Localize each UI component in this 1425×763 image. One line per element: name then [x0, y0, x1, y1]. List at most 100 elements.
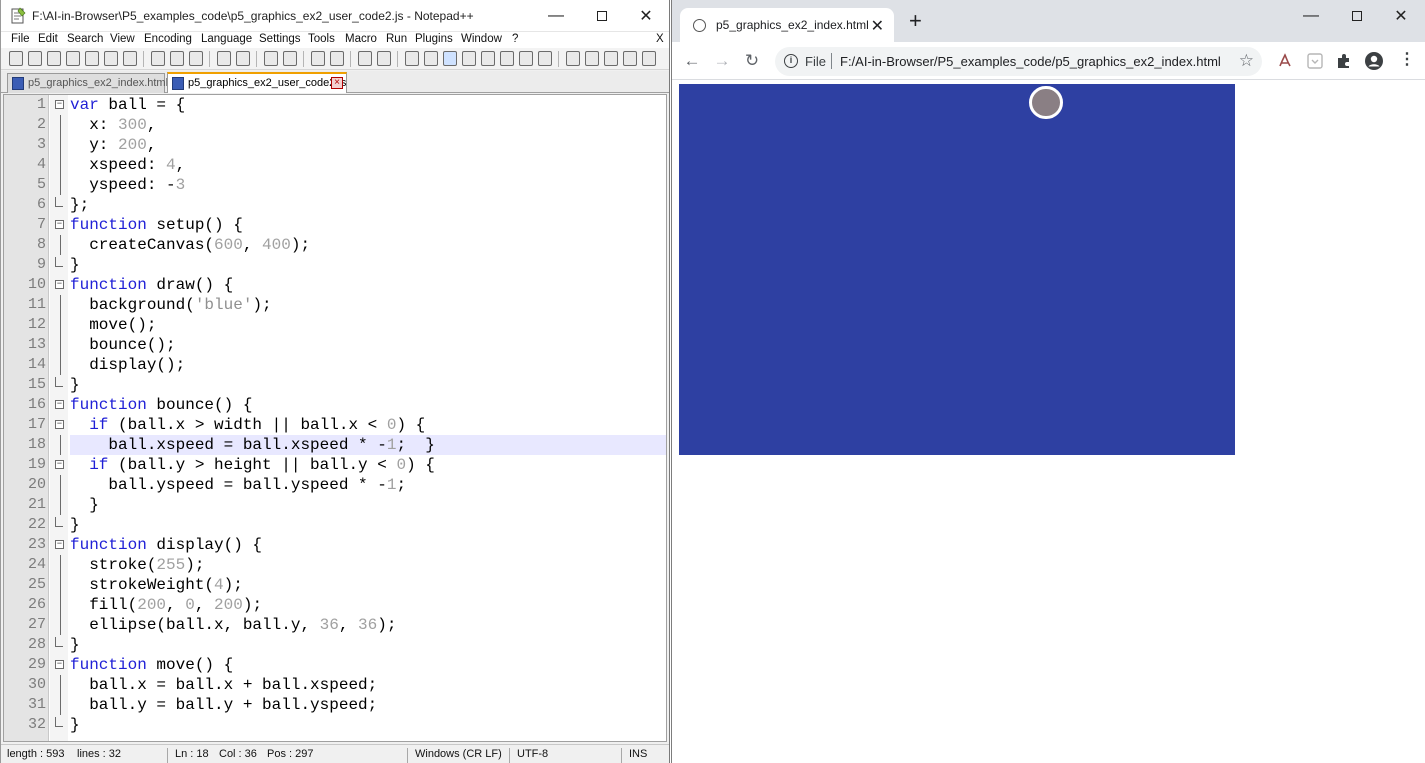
- code-line[interactable]: 14 display();: [4, 355, 666, 375]
- reader-extension-icon[interactable]: [1306, 52, 1324, 70]
- fold-toggle-icon[interactable]: −: [55, 100, 64, 109]
- info-icon[interactable]: i: [784, 54, 798, 68]
- zoom-in-icon[interactable]: [311, 51, 325, 66]
- code-line[interactable]: 17− if (ball.x > width || ball.x < 0) {: [4, 415, 666, 435]
- menu-kebab-icon[interactable]: ⋮: [1399, 51, 1415, 69]
- menu-view[interactable]: View: [110, 33, 135, 45]
- code-line[interactable]: 8 createCanvas(600, 400);: [4, 235, 666, 255]
- document-map-icon[interactable]: [481, 51, 495, 66]
- status-encoding[interactable]: UTF-8: [517, 748, 548, 760]
- code-line[interactable]: 15}: [4, 375, 666, 395]
- code-line[interactable]: 31 ball.y = ball.y + ball.yspeed;: [4, 695, 666, 715]
- code-line[interactable]: 13 bounce();: [4, 335, 666, 355]
- redo-icon[interactable]: [236, 51, 250, 66]
- code-line[interactable]: 30 ball.x = ball.x + ball.xspeed;: [4, 675, 666, 695]
- code-line[interactable]: 29− function move() {: [4, 655, 666, 675]
- fold-toggle-icon[interactable]: −: [55, 280, 64, 289]
- close-button[interactable]: ✕: [623, 0, 669, 32]
- close-button[interactable]: ✕: [1378, 0, 1424, 32]
- copy-icon[interactable]: [170, 51, 184, 66]
- menu-file[interactable]: File: [11, 33, 30, 45]
- code-line[interactable]: 9}: [4, 255, 666, 275]
- menu-encoding[interactable]: Encoding: [144, 33, 192, 45]
- run-macro-multiple-icon[interactable]: [623, 51, 637, 66]
- code-line[interactable]: 22}: [4, 515, 666, 535]
- code-line[interactable]: 24 stroke(255);: [4, 555, 666, 575]
- forward-arrow-icon[interactable]: →: [711, 50, 733, 72]
- close-all-icon[interactable]: [104, 51, 118, 66]
- p5-canvas[interactable]: [679, 84, 1235, 455]
- code-line[interactable]: 28}: [4, 635, 666, 655]
- menu-tools[interactable]: Tools: [308, 33, 335, 45]
- show-all-characters-icon[interactable]: [424, 51, 438, 66]
- print-icon[interactable]: [123, 51, 137, 66]
- browser-tab[interactable]: p5_graphics_ex2_index.html ✕: [680, 8, 894, 42]
- status-eol[interactable]: Windows (CR LF): [415, 748, 502, 760]
- code-line[interactable]: 3 y: 200,: [4, 135, 666, 155]
- code-line[interactable]: 7− function setup() {: [4, 215, 666, 235]
- fold-toggle-icon[interactable]: −: [55, 400, 64, 409]
- fold-toggle-icon[interactable]: −: [55, 220, 64, 229]
- maximize-button[interactable]: [1334, 0, 1380, 32]
- cut-icon[interactable]: [151, 51, 165, 66]
- code-line[interactable]: 27 ellipse(ball.x, ball.y, 36, 36);: [4, 615, 666, 635]
- new-tab-icon[interactable]: +: [909, 10, 922, 32]
- menu-plugins[interactable]: Plugins: [415, 33, 453, 45]
- menu-help[interactable]: ?: [512, 33, 518, 45]
- close-icon[interactable]: ✕: [871, 16, 884, 36]
- find-icon[interactable]: [264, 51, 278, 66]
- menu-settings[interactable]: Settings: [259, 33, 301, 45]
- code-editor[interactable]: 1− var ball = {2 x: 300, 3 y: 200, 4 xspeed…: [3, 94, 667, 742]
- close-file-icon[interactable]: [85, 51, 99, 66]
- minimize-button[interactable]: —: [1288, 0, 1334, 32]
- back-arrow-icon[interactable]: ←: [681, 50, 703, 72]
- code-line[interactable]: 32}: [4, 715, 666, 735]
- folder-as-workspace-icon[interactable]: [519, 51, 533, 66]
- open-file-icon[interactable]: [28, 51, 42, 66]
- address-bar[interactable]: i File F:/AI-in-Browser/P5_examples_code…: [775, 47, 1262, 76]
- code-line[interactable]: 4 xspeed: 4,: [4, 155, 666, 175]
- stop-macro-icon[interactable]: [585, 51, 599, 66]
- save-icon[interactable]: [47, 51, 61, 66]
- menu-close-document[interactable]: X: [656, 33, 664, 45]
- pdf-extension-icon[interactable]: [1276, 52, 1294, 70]
- code-line[interactable]: 19− if (ball.y > height || ball.y < 0) {: [4, 455, 666, 475]
- code-line[interactable]: 18 ball.xspeed = ball.xspeed * -1; }: [4, 435, 666, 455]
- profile-icon[interactable]: [1364, 51, 1384, 71]
- play-macro-icon[interactable]: [604, 51, 618, 66]
- paste-icon[interactable]: [189, 51, 203, 66]
- code-line[interactable]: 25 strokeWeight(4);: [4, 575, 666, 595]
- reload-icon[interactable]: ↻: [741, 50, 763, 72]
- new-file-icon[interactable]: [9, 51, 23, 66]
- menu-run[interactable]: Run: [386, 33, 407, 45]
- code-line[interactable]: 6};: [4, 195, 666, 215]
- zoom-out-icon[interactable]: [330, 51, 344, 66]
- code-line[interactable]: 21 }: [4, 495, 666, 515]
- fold-toggle-icon[interactable]: −: [55, 460, 64, 469]
- sync-vertical-icon[interactable]: [358, 51, 372, 66]
- menu-edit[interactable]: Edit: [38, 33, 58, 45]
- tab-index-html[interactable]: p5_graphics_ex2_index.html: [7, 73, 168, 93]
- code-line[interactable]: 2 x: 300,: [4, 115, 666, 135]
- record-macro-icon[interactable]: [566, 51, 580, 66]
- fold-toggle-icon[interactable]: −: [55, 660, 64, 669]
- code-line[interactable]: 23− function display() {: [4, 535, 666, 555]
- indent-guide-icon[interactable]: [443, 51, 457, 66]
- code-line[interactable]: 12 move();: [4, 315, 666, 335]
- close-icon[interactable]: ×: [331, 77, 343, 89]
- code-line[interactable]: 11 background('blue');: [4, 295, 666, 315]
- save-all-icon[interactable]: [66, 51, 80, 66]
- code-line[interactable]: 16− function bounce() {: [4, 395, 666, 415]
- code-line[interactable]: 5 yspeed: -3: [4, 175, 666, 195]
- fold-toggle-icon[interactable]: −: [55, 420, 64, 429]
- tab-user-code2-js[interactable]: p5_graphics_ex2_user_code2.js ×: [167, 72, 347, 93]
- undo-icon[interactable]: [217, 51, 231, 66]
- status-insert-mode[interactable]: INS: [629, 748, 647, 760]
- minimize-button[interactable]: —: [533, 0, 579, 32]
- function-list-icon[interactable]: [500, 51, 514, 66]
- replace-icon[interactable]: [283, 51, 297, 66]
- star-icon[interactable]: ☆: [1239, 51, 1254, 71]
- menu-language[interactable]: Language: [201, 33, 252, 45]
- language-define-icon[interactable]: [462, 51, 476, 66]
- menu-macro[interactable]: Macro: [345, 33, 377, 45]
